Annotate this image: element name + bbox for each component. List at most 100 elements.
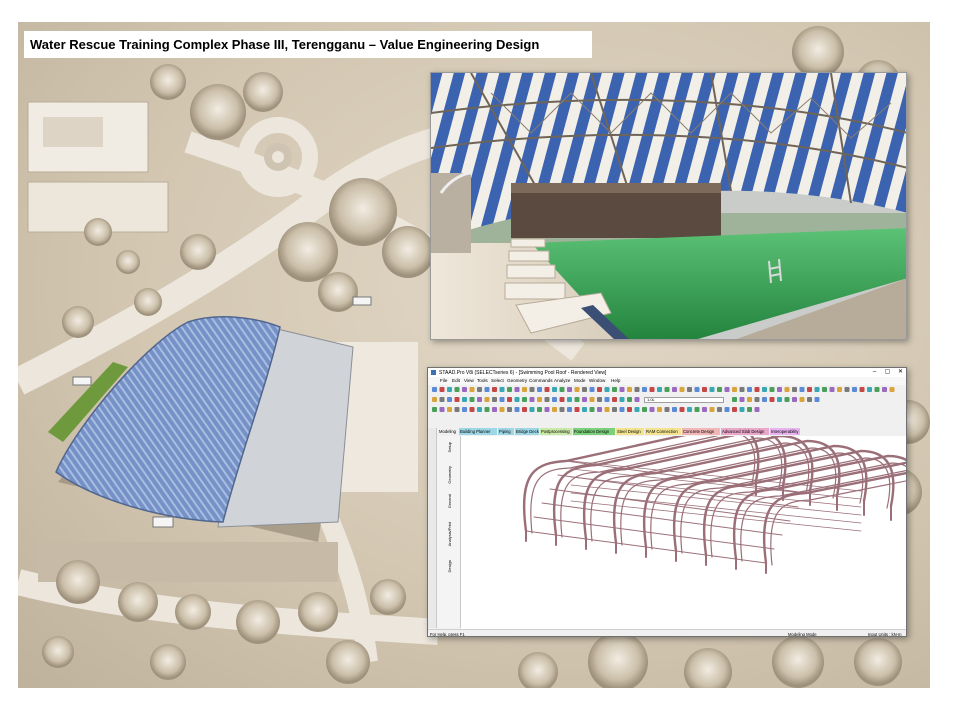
toolbar-button-icon[interactable] <box>544 387 550 392</box>
toolbar-button-icon[interactable] <box>822 387 827 392</box>
toolbar-button-icon[interactable] <box>567 397 572 402</box>
toolbar-button-icon[interactable] <box>649 407 655 412</box>
tab-concrete-design[interactable]: Concrete Design <box>682 428 720 435</box>
toolbar-button-icon[interactable] <box>432 387 437 392</box>
menu-file[interactable]: File <box>440 378 447 383</box>
toolbar-button-icon[interactable] <box>837 387 842 392</box>
toolbar-button-icon[interactable] <box>702 387 707 392</box>
toolbar-button-icon[interactable] <box>657 387 662 392</box>
toolbar-button-icon[interactable] <box>627 387 632 392</box>
toolbar-button-icon[interactable] <box>739 407 745 412</box>
side-tab-general[interactable]: General <box>447 494 459 508</box>
toolbar-button-icon[interactable] <box>619 387 625 392</box>
toolbar-button-icon[interactable] <box>447 387 452 392</box>
toolbar-button-icon[interactable] <box>439 407 445 412</box>
toolbar-button-icon[interactable] <box>604 387 610 392</box>
toolbar-button-icon[interactable] <box>469 397 475 402</box>
toolbar-button-icon[interactable] <box>454 397 460 402</box>
toolbar-button-icon[interactable] <box>852 387 857 392</box>
toolbar-button-icon[interactable] <box>612 397 617 402</box>
zoom-combo[interactable]: 1.0L <box>644 397 724 403</box>
toolbar-button-icon[interactable] <box>687 387 692 392</box>
toolbar-button-icon[interactable] <box>604 407 610 412</box>
toolbar-button-icon[interactable] <box>762 397 767 402</box>
toolbar-button-icon[interactable] <box>777 397 782 402</box>
toolbar-button-icon[interactable] <box>799 397 805 402</box>
toolbar-button-icon[interactable] <box>514 387 520 392</box>
menu-view[interactable]: View <box>464 378 474 383</box>
toolbar-button-icon[interactable] <box>492 407 497 412</box>
toolbar-button-icon[interactable] <box>634 407 640 412</box>
toolbar-button-icon[interactable] <box>777 387 782 392</box>
side-tab-setup[interactable]: Setup <box>447 442 459 452</box>
toolbar-button-icon[interactable] <box>522 397 527 402</box>
tab-piping[interactable]: Piping <box>498 428 514 435</box>
toolbar-button-icon[interactable] <box>724 407 730 412</box>
toolbar-button-icon[interactable] <box>597 387 602 392</box>
toolbar-button-icon[interactable] <box>439 397 445 402</box>
toolbar-button-icon[interactable] <box>612 407 617 412</box>
toolbar-button-icon[interactable] <box>814 397 820 402</box>
toolbar-button-icon[interactable] <box>604 397 610 402</box>
toolbar-button-icon[interactable] <box>432 407 437 412</box>
toolbar-button-icon[interactable] <box>582 397 587 402</box>
toolbar-button-icon[interactable] <box>492 387 497 392</box>
menu-help[interactable]: Help <box>611 378 620 383</box>
menu-mode[interactable]: Mode <box>574 378 586 383</box>
toolbar-button-icon[interactable] <box>612 387 617 392</box>
toolbar-button-icon[interactable] <box>529 387 535 392</box>
toolbar-button-icon[interactable] <box>702 407 707 412</box>
toolbar-button-icon[interactable] <box>574 397 580 402</box>
toolbar-button-icon[interactable] <box>694 387 700 392</box>
toolbar-button-icon[interactable] <box>694 407 700 412</box>
toolbar-button-icon[interactable] <box>454 407 460 412</box>
toolbar-button-icon[interactable] <box>484 387 490 392</box>
model-viewport[interactable] <box>461 424 906 629</box>
toolbar-button-icon[interactable] <box>567 407 572 412</box>
toolbar-button-icon[interactable] <box>619 407 625 412</box>
toolbar-button-icon[interactable] <box>439 387 445 392</box>
toolbar-button-icon[interactable] <box>732 387 737 392</box>
toolbar-button-icon[interactable] <box>799 387 805 392</box>
toolbar-button-icon[interactable] <box>754 397 760 402</box>
toolbar-button-icon[interactable] <box>462 407 467 412</box>
toolbar-button-icon[interactable] <box>687 407 692 412</box>
toolbar-button-icon[interactable] <box>514 397 520 402</box>
toolbar-button-icon[interactable] <box>529 397 535 402</box>
toolbar-button-icon[interactable] <box>447 397 452 402</box>
toolbar-button-icon[interactable] <box>559 397 565 402</box>
menu-select[interactable]: Select <box>491 378 504 383</box>
toolbar-button-icon[interactable] <box>732 397 737 402</box>
toolbar-button-icon[interactable] <box>589 387 595 392</box>
toolbar-button-icon[interactable] <box>544 407 550 412</box>
toolbar-button-icon[interactable] <box>507 397 512 402</box>
toolbar-button-icon[interactable] <box>717 407 722 412</box>
toolbar-button-icon[interactable] <box>477 387 482 392</box>
toolbar-button-icon[interactable] <box>672 407 677 412</box>
side-tab-analysis-print[interactable]: Analysis/Print <box>447 522 459 546</box>
toolbar-button-icon[interactable] <box>649 387 655 392</box>
minimize-icon[interactable]: – <box>868 368 881 377</box>
toolbar-button-icon[interactable] <box>477 407 482 412</box>
toolbar-button-icon[interactable] <box>792 387 797 392</box>
toolbar-button-icon[interactable] <box>552 387 557 392</box>
tab-bridge-deck[interactable]: Bridge Deck <box>515 428 539 435</box>
toolbar-button-icon[interactable] <box>477 397 482 402</box>
toolbar-button-icon[interactable] <box>559 387 565 392</box>
tab-steel-design[interactable]: Steel Design <box>616 428 644 435</box>
toolbar-button-icon[interactable] <box>627 407 632 412</box>
toolbar-button-icon[interactable] <box>469 407 475 412</box>
toolbar-button-icon[interactable] <box>537 407 542 412</box>
toolbar-button-icon[interactable] <box>514 407 520 412</box>
menu-geometry[interactable]: Geometry <box>507 378 527 383</box>
tab-building-planner[interactable]: Building Planner <box>459 428 497 435</box>
toolbar-button-icon[interactable] <box>522 407 527 412</box>
toolbar-button-icon[interactable] <box>507 407 512 412</box>
toolbar-button-icon[interactable] <box>462 397 467 402</box>
toolbar-button-icon[interactable] <box>859 387 865 392</box>
toolbar-button-icon[interactable] <box>672 387 677 392</box>
toolbar-button-icon[interactable] <box>627 397 632 402</box>
tab-ram-connection[interactable]: RAM Connection <box>645 428 681 435</box>
toolbar-icons-1[interactable] <box>430 386 906 394</box>
toolbar-button-icon[interactable] <box>634 397 640 402</box>
